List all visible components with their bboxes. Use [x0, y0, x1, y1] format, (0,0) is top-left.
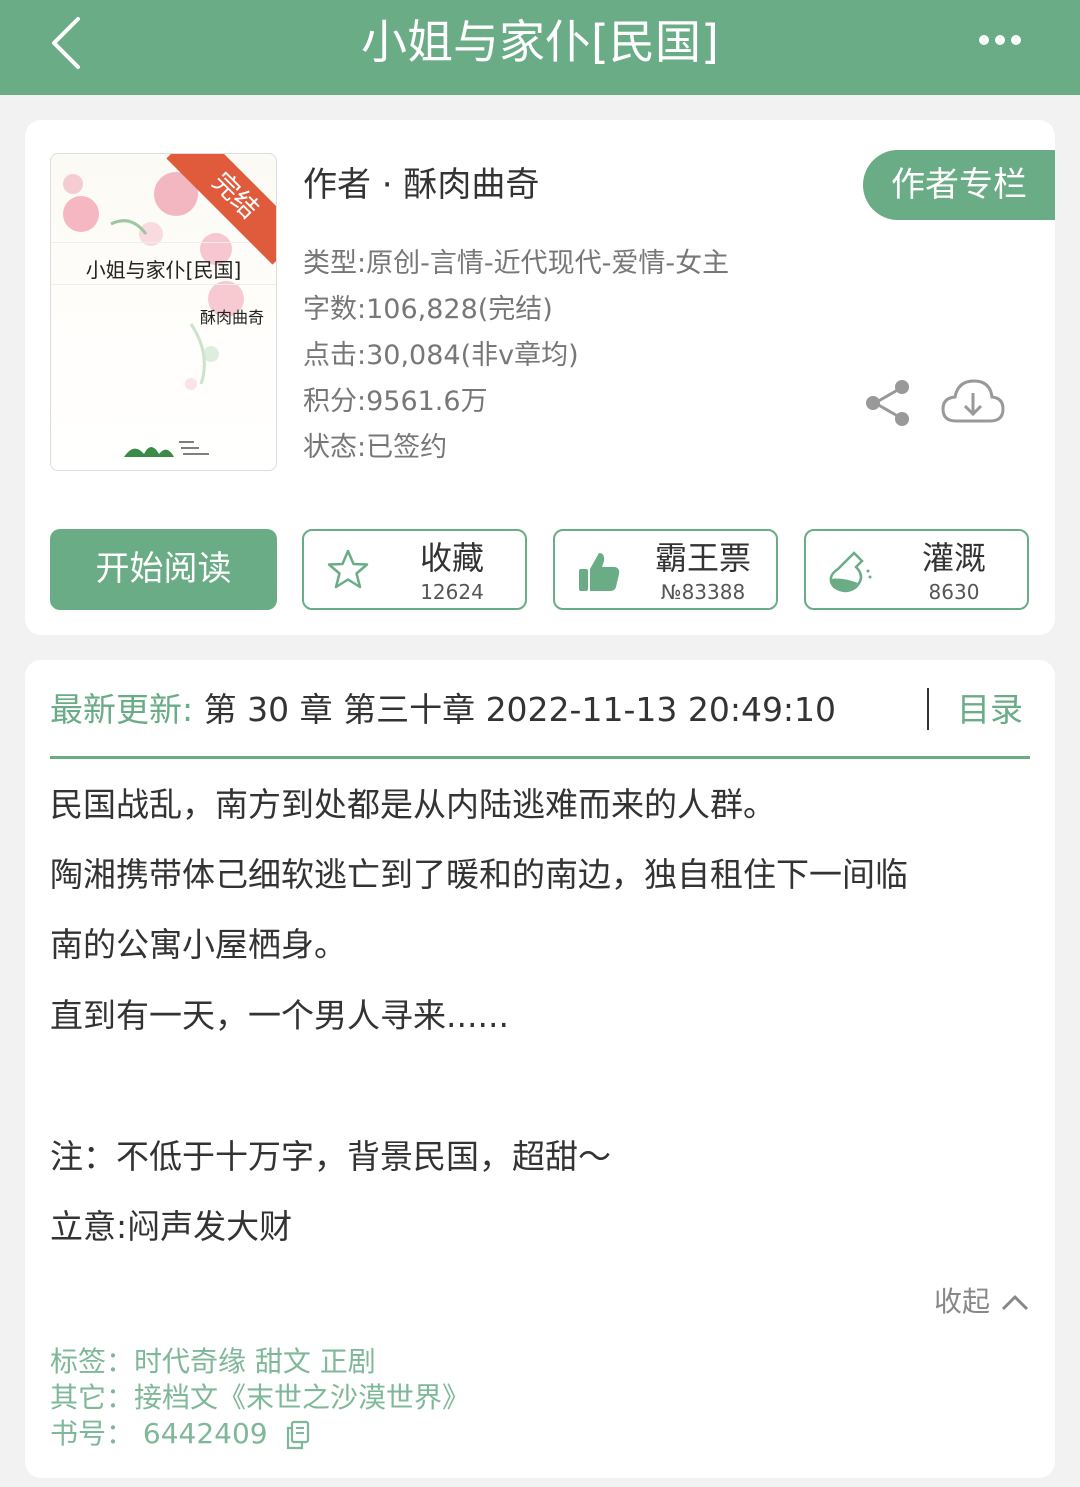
click-count: 点击:30,084(非v章均) — [303, 340, 579, 371]
book-cover[interactable]: 完结 小姐与家仆[民国] 酥肉曲奇 — [50, 153, 277, 471]
book-type: 类型:原创-言情-近代现代-爱情-女主 — [303, 248, 730, 279]
description-line: 民国战乱，南方到处都是从内陆逃难而来的人群。 — [50, 785, 776, 824]
top-bar: 小姐与家仆[民国] — [0, 0, 1080, 95]
share-icon[interactable] — [863, 378, 913, 428]
back-button[interactable] — [36, 8, 96, 78]
description-line: 注：不低于十万字，背景民国，超甜～ — [50, 1137, 611, 1176]
collapse-label: 收起 — [933, 1285, 990, 1318]
word-count: 字数:106,828(完结) — [303, 294, 553, 325]
latest-update[interactable]: 最新更新: 第 30 章 第三十章 2022-11-13 20:49:10 — [50, 685, 1030, 735]
favorite-count: 12624 — [420, 580, 484, 604]
start-reading-button[interactable]: 开始阅读 — [50, 529, 277, 610]
table-of-contents-link[interactable]: 目录 — [957, 685, 1023, 735]
thumbs-up-icon — [579, 553, 620, 591]
cover-divider — [51, 242, 276, 243]
divider — [927, 688, 929, 730]
more-icon — [979, 35, 1021, 45]
chevron-up-icon — [1001, 1295, 1029, 1311]
author-column-button[interactable]: 作者专栏 — [863, 150, 1055, 220]
latest-update-text: 第 30 章 第三十章 2022-11-13 20:49:10 — [193, 690, 837, 729]
cover-author: 酥肉曲奇 — [199, 308, 264, 327]
page-title: 小姐与家仆[民国] — [361, 15, 719, 69]
latest-update-label: 最新更新: — [50, 690, 194, 729]
divider — [50, 756, 1030, 759]
book-id: 书号： 6442409 — [50, 1417, 268, 1450]
book-id-row: 书号： 6442409 — [50, 1416, 311, 1452]
nutrient-button[interactable]: 灌溉 8630 — [804, 529, 1029, 610]
copy-icon[interactable] — [285, 1420, 311, 1450]
favorite-button[interactable]: 收藏 12624 — [302, 529, 527, 610]
cover-divider — [51, 284, 276, 285]
author-name[interactable]: 作者 · 酥肉曲奇 — [303, 160, 539, 210]
description-line: 立意:闷声发大财 — [50, 1207, 293, 1246]
publisher-logo-icon — [124, 441, 209, 457]
flask-icon — [829, 551, 872, 593]
chevron-left-icon — [52, 17, 80, 69]
cover-title: 小姐与家仆[民国] — [85, 258, 242, 282]
description-line: 南的公寓小屋栖身。 — [50, 925, 347, 964]
more-button[interactable] — [970, 20, 1030, 60]
nutrient-count: 8630 — [928, 580, 980, 604]
sign-status: 状态:已签约 — [303, 432, 448, 463]
vote-count: №83388 — [660, 580, 746, 604]
download-icon[interactable] — [940, 375, 1006, 431]
description-card: 最新更新: 第 30 章 第三十章 2022-11-13 20:49:10 目录… — [25, 660, 1055, 1478]
vote-label: 霸王票 — [654, 539, 751, 577]
book-info-card: 完结 小姐与家仆[民国] 酥肉曲奇 作者 · 酥肉曲奇 作者专栏 类型:原创-言… — [25, 120, 1055, 635]
description-line: 陶湘携带体己细软逃亡到了暖和的南边，独自租住下一间临 — [50, 855, 908, 894]
tags[interactable]: 标签：时代奇缘 甜文 正剧 — [50, 1344, 376, 1380]
star-icon — [327, 549, 369, 589]
points: 积分:9561.6万 — [303, 386, 488, 417]
collapse-button[interactable]: 收起 — [934, 1280, 1030, 1324]
vote-button[interactable]: 霸王票 №83388 — [553, 529, 778, 610]
other-info[interactable]: 其它：接档文《末世之沙漠世界》 — [50, 1380, 470, 1416]
favorite-label: 收藏 — [419, 539, 484, 577]
nutrient-label: 灌溉 — [921, 539, 986, 577]
description-line: 直到有一天，一个男人寻来...... — [50, 996, 509, 1035]
